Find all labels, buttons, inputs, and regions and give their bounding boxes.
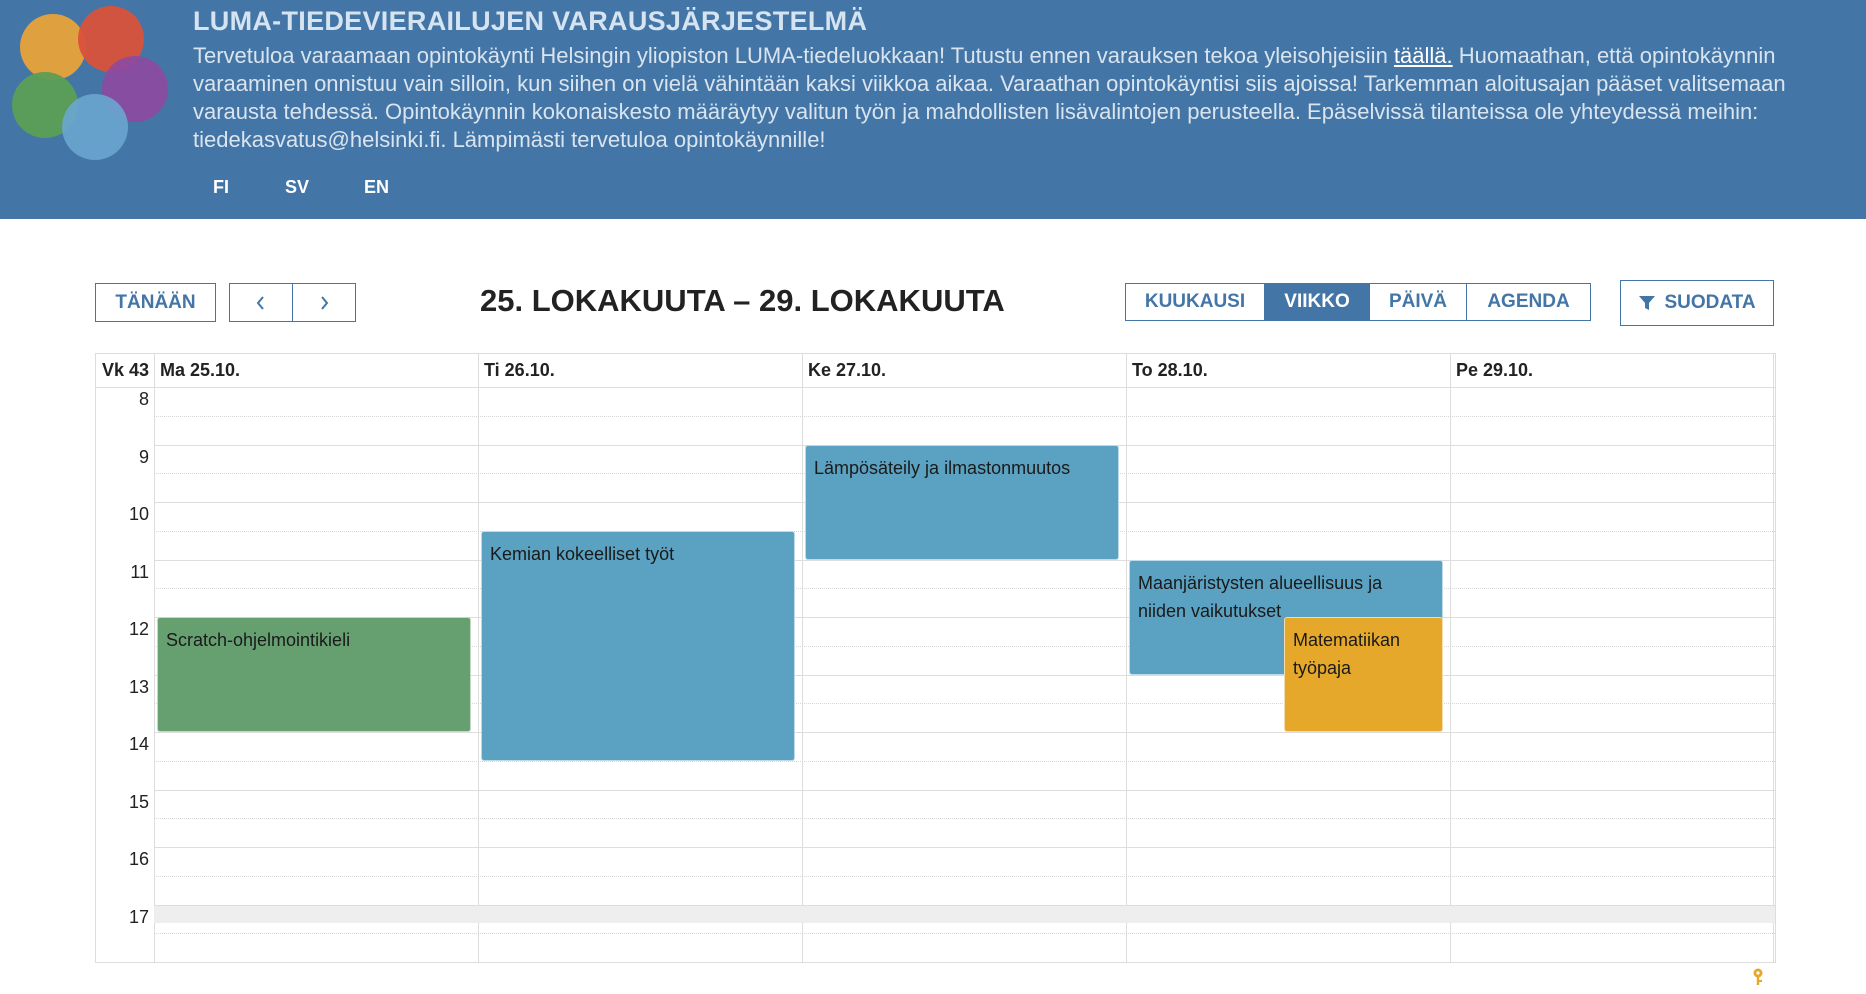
key-icon[interactable]	[1751, 968, 1765, 986]
event-title: Lämpösäteily ja ilmastonmuutos	[814, 457, 1071, 478]
hour-label: 16	[128, 849, 149, 869]
day-header-thu[interactable]: To 28.10.	[1126, 354, 1450, 387]
current-time-band	[154, 904, 1775, 923]
week-calendar: Vk 43 Ma 25.10. Ti 26.10. Ke 27.10. To 2…	[95, 353, 1776, 963]
hour-label: 13	[128, 676, 149, 697]
half-hour-line	[154, 818, 1775, 820]
hour-label: 9	[138, 446, 149, 467]
day-header-fri[interactable]: Pe 29.10.	[1450, 354, 1774, 387]
event-title: Kemian kokeelliset työt	[490, 543, 675, 564]
language-en[interactable]: EN	[364, 177, 389, 198]
hour-label: 15	[128, 791, 149, 812]
view-switcher: KUUKAUSI VIIKKO PÄIVÄ AGENDA	[1125, 283, 1591, 321]
hour-label: 14	[128, 734, 149, 754]
hour-label: 11	[130, 561, 149, 582]
calendar-event[interactable]: Lämpösäteily ja ilmastonmuutos	[805, 444, 1119, 560]
calendar-event[interactable]: Kemian kokeelliset työt	[481, 530, 795, 761]
hour-label: 10	[128, 504, 149, 524]
next-button[interactable]	[292, 283, 356, 322]
filter-button-label: SUODATA	[1664, 292, 1756, 313]
view-agenda-button[interactable]: AGENDA	[1466, 283, 1591, 321]
day-header-tue[interactable]: Ti 26.10.	[478, 354, 802, 387]
prev-button[interactable]	[229, 283, 293, 322]
view-day-button[interactable]: PÄIVÄ	[1369, 283, 1467, 321]
language-sv[interactable]: SV	[285, 177, 309, 198]
hour-label: 8	[138, 389, 149, 409]
hour-line	[154, 789, 1775, 791]
hour-line	[154, 904, 1775, 906]
day-header-wed[interactable]: Ke 27.10.	[802, 354, 1126, 387]
half-hour-line	[154, 760, 1775, 762]
header-divider	[96, 387, 1775, 388]
filter-icon	[1639, 296, 1656, 310]
language-fi[interactable]: FI	[213, 177, 229, 198]
event-title: Scratch-ohjelmointikieli	[166, 630, 351, 650]
calendar-event[interactable]: Scratch-ohjelmointikieli	[157, 617, 471, 732]
half-hour-line	[154, 875, 1775, 877]
chevron-left-icon	[256, 295, 264, 310]
week-number: Vk 43	[102, 360, 150, 380]
view-month-button[interactable]: KUUKAUSI	[1125, 283, 1265, 321]
luma-logo	[12, 6, 172, 166]
filter-button[interactable]: SUODATA	[1620, 280, 1774, 326]
hour-label: 12	[128, 619, 149, 639]
header: LUMA-TIEDEVIERAILUJEN VARAUSJÄRJESTELMÄ …	[0, 0, 1866, 219]
guidelines-link[interactable]: täällä.	[1394, 43, 1453, 68]
chevron-right-icon	[321, 295, 329, 310]
page-title: LUMA-TIEDEVIERAILUJEN VARAUSJÄRJESTELMÄ	[193, 6, 868, 36]
hour-line	[154, 847, 1775, 848]
event-title: Matematiikan työpaja	[1293, 630, 1401, 678]
hour-line	[154, 559, 1775, 561]
calendar-event[interactable]: Matematiikan työpaja	[1284, 617, 1443, 732]
half-hour-line	[154, 415, 1775, 417]
event-title: Maanjäristysten alueellisuus ja niiden v…	[1138, 572, 1383, 621]
half-hour-line	[154, 588, 1775, 590]
hour-label: 17	[128, 906, 149, 927]
day-header-mon[interactable]: Ma 25.10.	[154, 354, 478, 387]
view-week-button[interactable]: VIIKKO	[1264, 283, 1370, 321]
half-hour-line	[154, 933, 1775, 935]
date-range-title: 25. LOKAKUUTA – 29. LOKAKUUTA	[480, 283, 1005, 318]
intro-text: Tervetuloa varaamaan opintokäynti Helsin…	[193, 42, 1853, 154]
today-button[interactable]: TÄNÄÄN	[95, 283, 216, 322]
hour-line	[154, 732, 1775, 733]
intro-text-part1: Tervetuloa varaamaan opintokäynti Helsin…	[193, 43, 1394, 68]
